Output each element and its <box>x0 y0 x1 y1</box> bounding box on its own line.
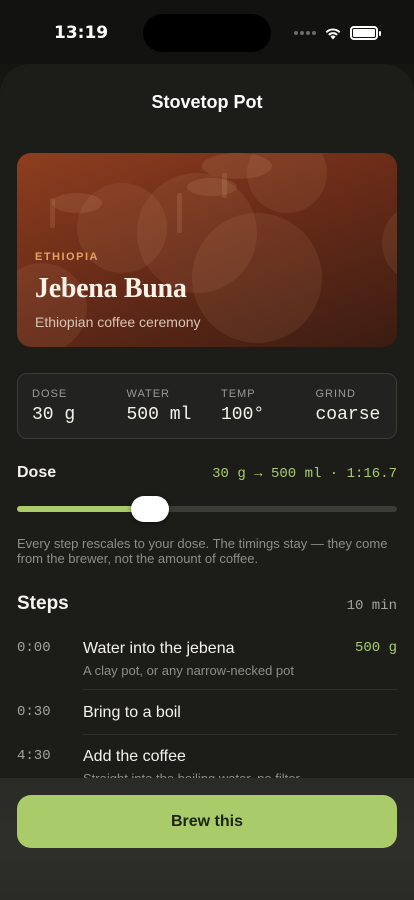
steps-title: Steps <box>17 593 69 614</box>
param-grind: GRIND coarse <box>302 374 397 438</box>
sheet-title: Stovetop Pot <box>151 92 263 112</box>
param-label: DOSE <box>32 388 68 400</box>
dose-slider-thumb[interactable] <box>131 496 169 522</box>
dynamic-island <box>143 14 271 52</box>
param-temp: TEMP 100° <box>207 374 302 438</box>
hero-decoration <box>202 153 272 179</box>
hero-decoration <box>382 203 397 283</box>
battery-icon <box>350 26 381 40</box>
step-divider <box>83 734 397 735</box>
status-time: 13:19 <box>54 23 109 43</box>
param-water: WATER 500 ml <box>113 374 208 438</box>
dose-ratio: 30 g → 500 ml · 1:16.7 <box>212 466 397 482</box>
coffee-hero-card[interactable]: ETHIOPIA Jebena Buna Ethiopian coffee ce… <box>17 153 397 347</box>
param-label: TEMP <box>221 388 256 400</box>
step-description: A clay pot, or any narrow-necked pot <box>83 663 295 678</box>
param-value: 500 ml <box>126 405 192 425</box>
hero-decoration <box>177 193 182 233</box>
param-label: WATER <box>126 388 170 400</box>
dose-label: Dose <box>17 464 57 481</box>
step-name: Water into the jebena <box>83 640 235 657</box>
param-label: GRIND <box>315 388 356 400</box>
coffee-description: Ethiopian coffee ceremony <box>35 314 201 330</box>
param-value: coarse <box>315 405 381 425</box>
step-time: 0:30 <box>17 704 51 720</box>
step-name: Add the coffee <box>83 748 186 765</box>
steps-total-time: 10 min <box>346 598 397 614</box>
step-time: 0:00 <box>17 640 51 656</box>
status-bar: 13:19 <box>0 0 414 64</box>
wifi-icon <box>325 28 341 40</box>
hero-decoration <box>52 193 102 213</box>
dose-note: Every step rescales to your dose. The ti… <box>17 536 388 566</box>
dose-slider[interactable] <box>17 496 397 522</box>
hero-decoration <box>222 173 227 198</box>
hero-decoration <box>192 213 322 343</box>
step-divider <box>83 689 397 690</box>
hero-decoration <box>50 198 55 228</box>
param-value: 30 g <box>32 405 76 425</box>
step-amount: 500 g <box>354 640 397 656</box>
cellular-signal-icon <box>294 31 316 35</box>
step-name: Bring to a boil <box>83 704 181 721</box>
status-icons <box>294 26 381 40</box>
coffee-origin: ETHIOPIA <box>35 251 99 263</box>
param-dose: DOSE 30 g <box>18 374 113 438</box>
brew-this-button[interactable]: Brew this <box>17 795 397 848</box>
step-time: 4:30 <box>17 748 51 764</box>
brew-sheet: Stovetop Pot ETHIOPIA Jebena Buna Ethiop… <box>0 64 414 900</box>
coffee-name: Jebena Buna <box>35 273 187 304</box>
param-value: 100° <box>221 405 265 425</box>
hero-decoration <box>187 178 237 196</box>
brew-params: DOSE 30 g WATER 500 ml TEMP 100° GRIND c… <box>17 373 397 439</box>
